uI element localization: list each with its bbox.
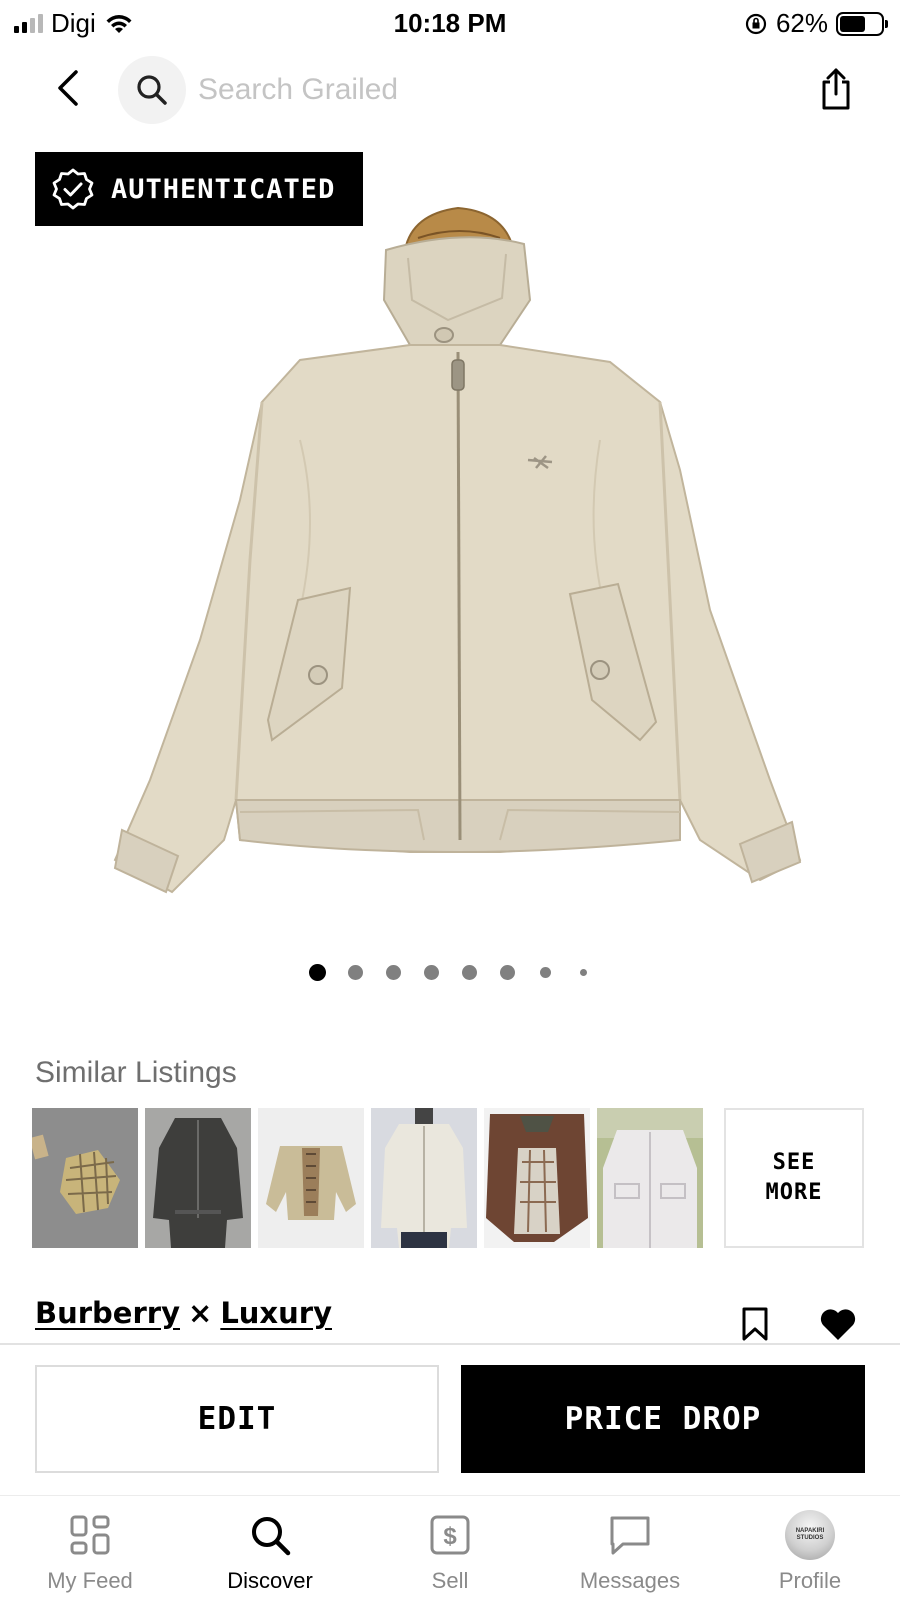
similar-listing-thumb-1[interactable] bbox=[32, 1108, 138, 1248]
chat-bubble-icon bbox=[610, 1516, 650, 1555]
see-more-label-line2: MORE bbox=[765, 1180, 823, 1205]
designer-brands: Burberry × Luxury bbox=[35, 1296, 332, 1330]
brand-link-burberry[interactable]: Burberry bbox=[35, 1296, 180, 1330]
tab-my-feed[interactable]: My Feed bbox=[20, 1510, 160, 1600]
bookmark-icon bbox=[742, 1307, 768, 1341]
product-photo bbox=[113, 206, 802, 894]
pagination-dot-active[interactable] bbox=[308, 963, 326, 981]
pagination-dot[interactable] bbox=[347, 964, 363, 980]
verified-check-icon bbox=[52, 168, 94, 210]
status-bar: Digi 10:18 PM 62% bbox=[0, 0, 900, 46]
similar-listing-thumb-2[interactable] bbox=[145, 1108, 251, 1248]
pagination-dot[interactable] bbox=[539, 966, 551, 978]
brand-separator: × bbox=[188, 1296, 213, 1330]
pagination-dot[interactable] bbox=[423, 964, 439, 980]
back-arrow-icon bbox=[58, 70, 78, 106]
cream-jacket-model-photo bbox=[371, 1108, 477, 1248]
tab-profile[interactable]: NAPAKIRI STUDIOS Profile bbox=[740, 1510, 880, 1600]
svg-text:$: $ bbox=[443, 1523, 457, 1550]
back-button[interactable] bbox=[48, 66, 88, 110]
avatar-text: NAPAKIRI STUDIOS bbox=[795, 1528, 825, 1541]
pagination-dot[interactable] bbox=[385, 964, 401, 980]
plaid-shirt-photo bbox=[32, 1108, 138, 1248]
white-jacket-photo bbox=[597, 1108, 703, 1248]
tab-messages[interactable]: Messages bbox=[560, 1510, 700, 1600]
bottom-tab-bar: My Feed Discover $ Sell Messages NAPAKIR… bbox=[0, 1495, 900, 1600]
tab-label: Messages bbox=[579, 1568, 681, 1593]
share-icon bbox=[822, 68, 850, 110]
share-button[interactable] bbox=[816, 66, 856, 112]
tab-label: Sell bbox=[431, 1568, 469, 1593]
tab-sell[interactable]: $ Sell bbox=[380, 1510, 520, 1600]
brand-link-luxury[interactable]: Luxury bbox=[220, 1296, 332, 1330]
heart-icon bbox=[820, 1309, 856, 1340]
battery-icon bbox=[836, 11, 888, 36]
battery-percent: 62% bbox=[775, 8, 828, 38]
tab-discover[interactable]: Discover bbox=[200, 1510, 340, 1600]
see-more-label-line1: SEE bbox=[772, 1150, 816, 1175]
pagination-dot[interactable] bbox=[579, 968, 587, 976]
similar-listing-thumb-4[interactable] bbox=[371, 1108, 477, 1248]
search-input[interactable] bbox=[198, 68, 758, 112]
similar-listings-title: Similar Listings bbox=[35, 1056, 237, 1089]
similar-listing-thumb-6[interactable] bbox=[597, 1108, 703, 1248]
avatar: NAPAKIRI STUDIOS bbox=[785, 1510, 835, 1560]
pagination-dot[interactable] bbox=[499, 964, 515, 980]
save-button[interactable] bbox=[740, 1306, 770, 1342]
similar-listing-thumb-5[interactable] bbox=[484, 1108, 590, 1248]
top-nav bbox=[0, 52, 900, 128]
pagination-dot[interactable] bbox=[461, 964, 477, 980]
similar-listing-thumb-3[interactable] bbox=[258, 1108, 364, 1248]
feed-grid-icon bbox=[70, 1515, 110, 1555]
search-icon bbox=[252, 1517, 291, 1556]
tab-label: Discover bbox=[227, 1568, 313, 1593]
authenticated-label: AUTHENTICATED bbox=[111, 173, 336, 205]
search-icon bbox=[137, 75, 167, 105]
see-more-button[interactable]: SEE MORE bbox=[724, 1108, 864, 1248]
favorite-button[interactable] bbox=[818, 1306, 858, 1342]
tab-label: Profile bbox=[778, 1568, 842, 1593]
image-pagination[interactable] bbox=[0, 962, 900, 982]
authenticated-badge: AUTHENTICATED bbox=[35, 152, 363, 226]
search-button[interactable] bbox=[118, 56, 186, 124]
dollar-tag-icon: $ bbox=[430, 1515, 470, 1555]
tab-label: My Feed bbox=[47, 1568, 133, 1593]
edit-button[interactable]: EDIT bbox=[35, 1365, 439, 1473]
price-drop-button[interactable]: PRICE DROP bbox=[461, 1365, 865, 1473]
listing-action-bar: EDIT PRICE DROP bbox=[0, 1343, 900, 1493]
brown-jacket-photo bbox=[484, 1108, 590, 1248]
product-image-carousel[interactable]: AUTHENTICATED bbox=[0, 140, 900, 920]
orientation-lock-icon bbox=[745, 13, 767, 34]
tan-harrington-photo bbox=[258, 1108, 364, 1248]
dark-jacket-model-photo bbox=[145, 1108, 251, 1248]
